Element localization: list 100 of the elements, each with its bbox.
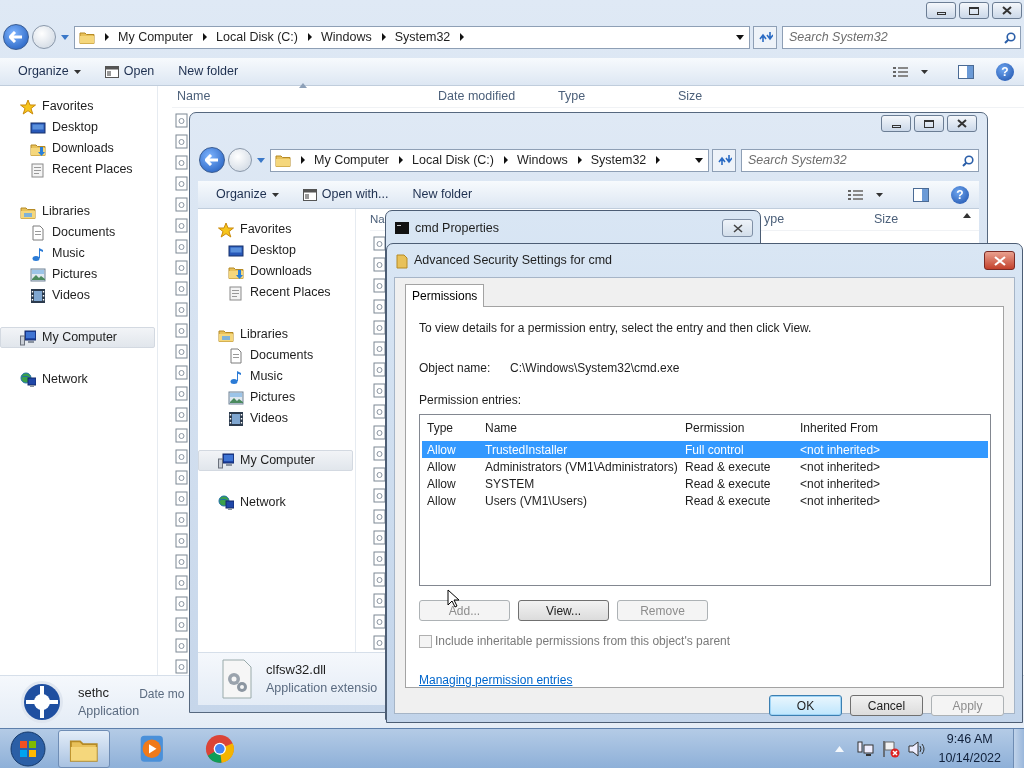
address-bar[interactable]: My Computer Local Disk (C:) Windows System32 [270, 148, 709, 172]
nav-item[interactable]: Documents [0, 222, 155, 243]
nav-item[interactable]: Desktop [0, 117, 155, 138]
column-header[interactable]: ype [764, 208, 874, 231]
breadcrumb-item[interactable]: Local Disk (C:) [212, 27, 302, 47]
separator-arrow-icon [654, 155, 662, 165]
column-header[interactable]: Type [422, 419, 480, 437]
back-button[interactable] [199, 147, 225, 173]
help-link[interactable]: Managing permission entries [419, 673, 573, 687]
toolbar-button[interactable]: New folder [170, 60, 247, 83]
close-button[interactable] [722, 219, 753, 237]
star-icon [20, 98, 36, 115]
list-row[interactable]: Allow Users (VM1\Users) Read & execute <not inherited> [422, 492, 988, 509]
nav-item[interactable]: Videos [198, 408, 353, 429]
breadcrumb-item[interactable]: My Computer [114, 27, 198, 47]
table-cell-text: Allow [426, 492, 457, 510]
close-icon [993, 255, 1006, 266]
instruction-text: To view details for a permission entry, select the entry and then click View. [419, 320, 813, 337]
list-view-icon [893, 65, 909, 78]
refresh-button[interactable] [753, 25, 777, 49]
breadcrumb-item[interactable]: Windows [317, 27, 376, 47]
minimize-button[interactable] [926, 2, 956, 19]
back-button[interactable] [3, 24, 29, 50]
table-cell-text: TrustedInstaller [484, 441, 569, 459]
speaker-icon [908, 740, 927, 757]
taskbar-button[interactable] [58, 729, 110, 768]
column-header[interactable]: Inherited From [795, 419, 985, 437]
nav-item[interactable]: Videos [0, 285, 155, 306]
forward-button[interactable] [32, 25, 56, 49]
toolbar-button[interactable]: Open with... [294, 183, 397, 206]
column-header[interactable]: Na [370, 208, 385, 231]
column-header[interactable]: Size [874, 208, 934, 231]
minimize-button[interactable] [881, 115, 911, 132]
nav-item[interactable]: Downloads [0, 138, 155, 159]
restore-button[interactable] [959, 2, 989, 19]
breadcrumb-item[interactable]: System32 [390, 27, 455, 47]
column-header[interactable]: Name [480, 419, 680, 437]
maximize-button[interactable] [914, 115, 944, 132]
nav-item[interactable]: My Computer [0, 327, 155, 348]
breadcrumb-item[interactable]: My Computer [310, 150, 394, 170]
nav-item[interactable]: Libraries [198, 324, 353, 345]
separator-arrow-icon [397, 155, 405, 165]
table-cell-text: Read & execute [684, 458, 772, 476]
refresh-button[interactable] [712, 148, 736, 172]
preview-pane-icon [913, 187, 929, 202]
address-bar[interactable]: My Computer Local Disk (C:) Windows System32 [74, 25, 750, 49]
forward-button[interactable] [228, 148, 252, 172]
nav-item[interactable]: Recent Places [0, 159, 155, 180]
list-row[interactable]: Allow SYSTEM Read & execute <not inherited> [422, 475, 988, 492]
list-row[interactable]: Allow Administrators (VM1\Administrators) Read & execute <not inherited> [422, 458, 988, 475]
dialog-button[interactable]: OK [769, 695, 842, 716]
table-cell-text: Users (VM1\Users) [484, 492, 588, 510]
nav-item[interactable]: Libraries [0, 201, 155, 222]
flag-icon [882, 739, 901, 758]
document-icon [30, 224, 46, 241]
nav-item[interactable]: Downloads [198, 261, 353, 282]
close-button[interactable] [992, 2, 1022, 19]
nav-item[interactable]: Network [0, 369, 155, 390]
table-cell-text: Allow [426, 458, 457, 476]
column-header[interactable]: Size [673, 85, 793, 108]
close-button[interactable] [947, 115, 977, 132]
nav-item[interactable]: Pictures [198, 387, 353, 408]
column-header[interactable]: Date modified [433, 85, 553, 108]
file-type-text: Application extensio [266, 680, 378, 698]
folder-icon [275, 152, 291, 168]
column-header[interactable]: Type [553, 85, 673, 108]
separator-arrow-icon [299, 155, 306, 165]
nav-item[interactable]: Favorites [198, 219, 353, 240]
toolbar-button[interactable]: New folder [404, 183, 481, 206]
search-field[interactable]: Search System32 [782, 25, 1021, 49]
nav-item[interactable]: My Computer [198, 450, 353, 471]
separator-arrow-icon [502, 155, 509, 165]
table-cell-text: <not inherited> [799, 441, 882, 459]
dialog-button[interactable]: View... [518, 600, 609, 621]
toolbar-button[interactable]: Organize [208, 183, 287, 206]
column-header[interactable]: Permission [680, 419, 795, 437]
nav-item[interactable]: Music [0, 243, 155, 264]
nav-item[interactable]: Pictures [0, 264, 155, 285]
nav-item[interactable]: Recent Places [198, 282, 353, 303]
search-field[interactable]: Search System32 [741, 148, 979, 172]
nav-item[interactable]: Favorites [0, 96, 155, 117]
nav-item[interactable]: Documents [198, 345, 353, 366]
breadcrumb-item[interactable]: Local Disk (C:) [408, 150, 498, 170]
nav-item[interactable]: Desktop [198, 240, 353, 261]
dropdown-caret-icon [257, 157, 265, 163]
table-cell-text: SYSTEM [484, 475, 536, 493]
start-orb-icon [10, 730, 46, 767]
object-path-text: C:\Windows\System32\cmd.exe [510, 360, 680, 377]
nav-item[interactable]: Music [198, 366, 353, 387]
breadcrumb-item[interactable]: System32 [586, 150, 651, 170]
close-button[interactable] [984, 251, 1015, 270]
toolbar-button[interactable]: Open [96, 60, 163, 83]
caret-icon [921, 69, 928, 74]
column-header[interactable]: Name [172, 85, 433, 108]
dialog-button[interactable]: Cancel [850, 695, 923, 716]
toolbar-button[interactable]: Organize [10, 60, 89, 83]
nav-item[interactable]: Network [198, 492, 353, 513]
tab[interactable]: Permissions [405, 284, 485, 307]
breadcrumb-item[interactable]: Windows [513, 150, 572, 170]
table-cell-text: <not inherited> [799, 475, 882, 493]
